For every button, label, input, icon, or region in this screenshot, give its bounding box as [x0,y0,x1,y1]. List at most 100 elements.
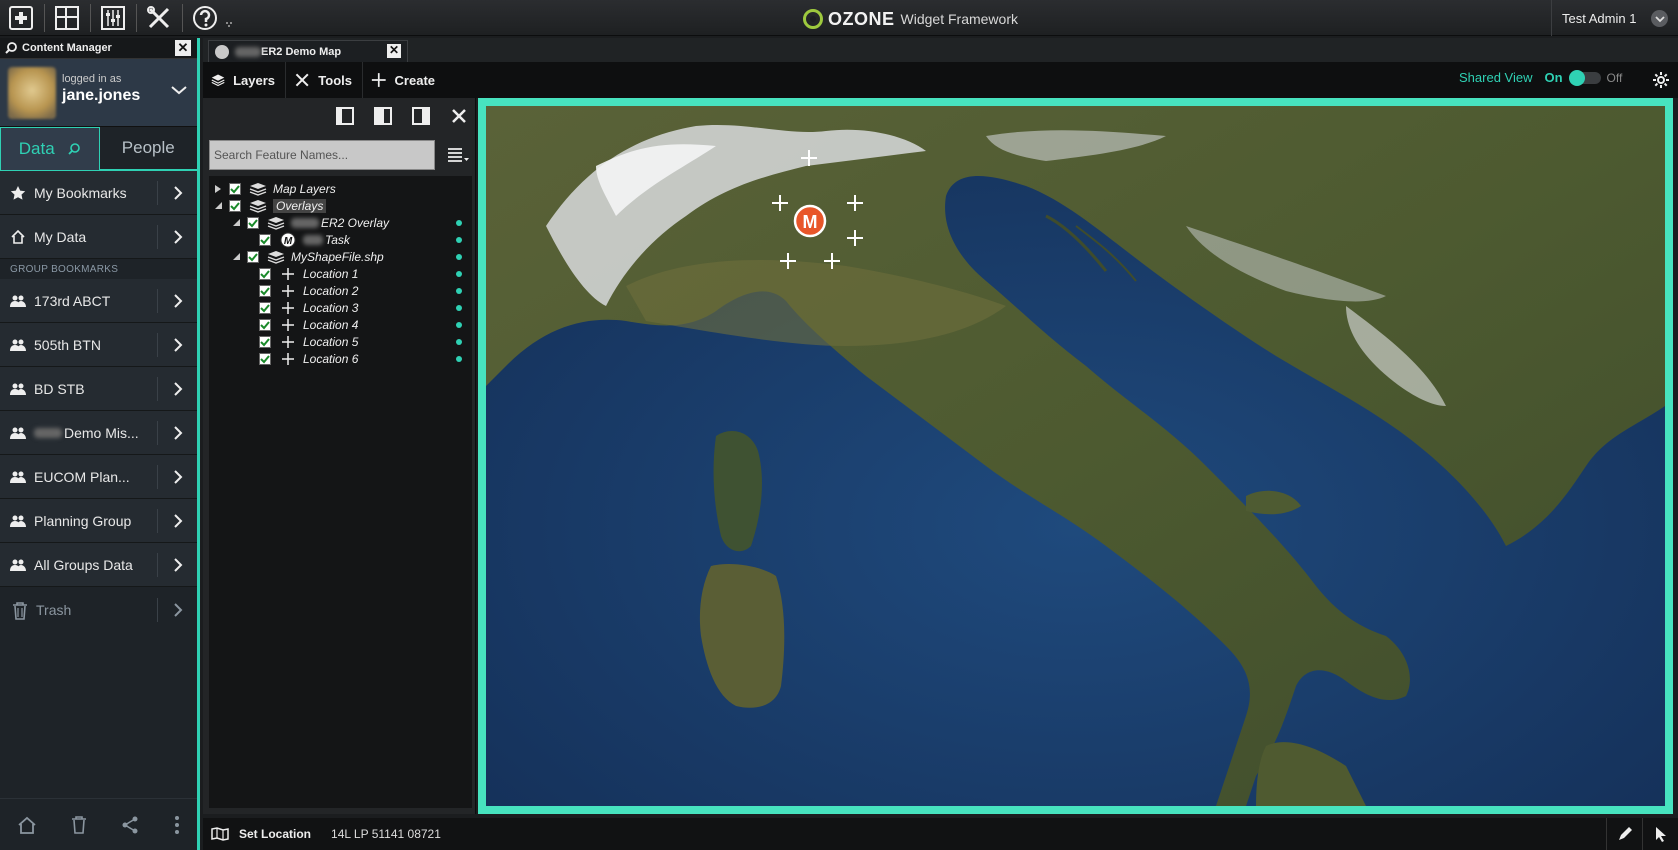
layer-checkbox[interactable] [259,318,271,331]
expand-arrow-icon[interactable] [213,184,223,194]
launch-menu-button[interactable] [2,3,40,33]
chevron-down-icon[interactable] [171,85,187,95]
tree-node-location[interactable]: Location 2 [209,282,472,299]
layer-checkbox[interactable] [229,199,241,212]
tree-node-task[interactable]: M Task [209,231,472,248]
status-dot [456,339,462,345]
mission-marker-icon[interactable]: M [793,204,827,238]
dock-right-icon[interactable] [411,106,431,126]
dock-left-icon[interactable] [335,106,355,126]
chevron-right-icon[interactable] [157,465,197,489]
layer-checkbox[interactable] [259,284,271,297]
my-data-item[interactable]: My Data [0,215,197,259]
chevron-right-icon[interactable] [157,225,197,249]
chevron-right-icon[interactable] [157,598,197,622]
collapse-arrow-icon[interactable] [231,252,241,262]
layer-checkbox[interactable] [259,267,271,280]
group-item-bd-stb[interactable]: BD STB [0,367,197,411]
group-item-505th-btn[interactable]: 505th BTN [0,323,197,367]
widget-tabstrip: ER2 Demo Map ✕ [203,38,1678,62]
close-content-manager-button[interactable]: ✕ [175,40,191,56]
layer-checkbox[interactable] [229,182,241,195]
share-icon[interactable] [120,815,140,835]
layer-checkbox[interactable] [247,216,259,229]
chevron-right-icon[interactable] [157,333,197,357]
map-canvas[interactable]: M [478,98,1673,814]
layers-icon [267,216,285,230]
chevron-right-icon[interactable] [157,289,197,313]
select-tool-button[interactable] [1642,818,1678,850]
my-data-label: My Data [34,228,87,245]
group-item-demo-mission[interactable]: Demo Mis... [0,411,197,455]
user-profile[interactable]: logged in as jane.jones [0,59,197,127]
layer-checkbox[interactable] [259,352,271,365]
group-item-planning-group[interactable]: Planning Group [0,499,197,543]
trash-item[interactable]: Trash [0,587,197,633]
tree-node-location[interactable]: Location 5 [209,333,472,350]
tree-node-location[interactable]: Location 1 [209,265,472,282]
chevron-right-icon[interactable] [157,421,197,445]
search-icon[interactable] [67,142,81,156]
draw-tool-button[interactable] [1606,818,1642,850]
my-bookmarks-item[interactable]: My Bookmarks [0,171,197,215]
tree-node-overlays[interactable]: Overlays [209,197,472,214]
layer-checkbox[interactable] [259,301,271,314]
chevron-right-icon[interactable] [157,377,197,401]
status-bar: Set Location 14L LP 51141 08721 [203,818,1678,850]
group-item-all-groups-data[interactable]: All Groups Data [0,543,197,587]
tree-node-location[interactable]: Location 6 [209,350,472,367]
chevron-right-icon[interactable] [157,553,197,577]
group-item-173rd-abct[interactable]: 173rd ABCT [0,279,197,323]
gear-icon[interactable] [1652,71,1670,89]
chevron-right-icon[interactable] [157,181,197,205]
group-item-label: 173rd ABCT [34,292,111,309]
tab-people-label: People [121,138,175,157]
more-toolbar-button[interactable] [222,3,236,33]
help-button[interactable] [186,3,224,33]
tree-node-location[interactable]: Location 4 [209,316,472,333]
chevron-down-icon [1651,10,1668,27]
tree-node-map-layers[interactable]: Map Layers [209,180,472,197]
status-dot [456,322,462,328]
tree-node-er2-overlay[interactable]: ER2 Overlay [209,214,472,231]
map-widget-tab[interactable]: ER2 Demo Map ✕ [208,40,408,62]
layer-checkbox[interactable] [259,335,271,348]
group-item-eucom-plan[interactable]: EUCOM Plan... [0,455,197,499]
tab-data[interactable]: Data [0,127,100,170]
close-map-widget-button[interactable]: ✕ [387,44,401,58]
layer-checkbox[interactable] [247,250,259,263]
close-icon[interactable] [449,106,469,126]
layer-checkbox[interactable] [259,233,271,246]
tree-node-shapefile[interactable]: MyShapeFile.shp [209,248,472,265]
crosshair-icon [279,335,297,349]
tab-people[interactable]: People [99,127,197,170]
tools-button[interactable]: Tools [286,62,363,98]
home-icon[interactable] [17,815,37,835]
create-button[interactable]: Create [363,62,445,98]
collapse-arrow-icon[interactable] [231,218,241,228]
group-icon [10,425,26,441]
admin-tools-button[interactable] [140,3,178,33]
set-location-button[interactable]: Set Location [211,827,311,841]
group-icon [10,293,26,309]
user-menu-button[interactable]: Test Admin 1 [1551,0,1678,36]
toggle-switch[interactable] [1568,69,1601,86]
list-menu-icon[interactable] [447,146,469,164]
status-dot [456,220,462,226]
more-vertical-icon[interactable] [174,815,180,835]
settings-sliders-button[interactable] [94,3,132,33]
chevron-right-icon[interactable] [157,509,197,533]
tree-label: ER2 Overlay [321,215,390,230]
satellite-map[interactable]: M [486,106,1665,806]
group-item-label: Planning Group [34,512,132,529]
tree-node-location[interactable]: Location 3 [209,299,472,316]
trash-icon[interactable] [71,815,87,834]
group-icon [10,381,26,397]
dock-center-icon[interactable] [373,106,393,126]
dashboards-button[interactable] [48,3,86,33]
collapse-arrow-icon[interactable] [213,201,223,211]
shared-view-toggle[interactable]: Shared View On Off [1459,69,1622,86]
layers-label: Layers [233,72,275,88]
layers-button[interactable]: Layers [203,62,286,98]
feature-search-input[interactable] [209,140,435,170]
